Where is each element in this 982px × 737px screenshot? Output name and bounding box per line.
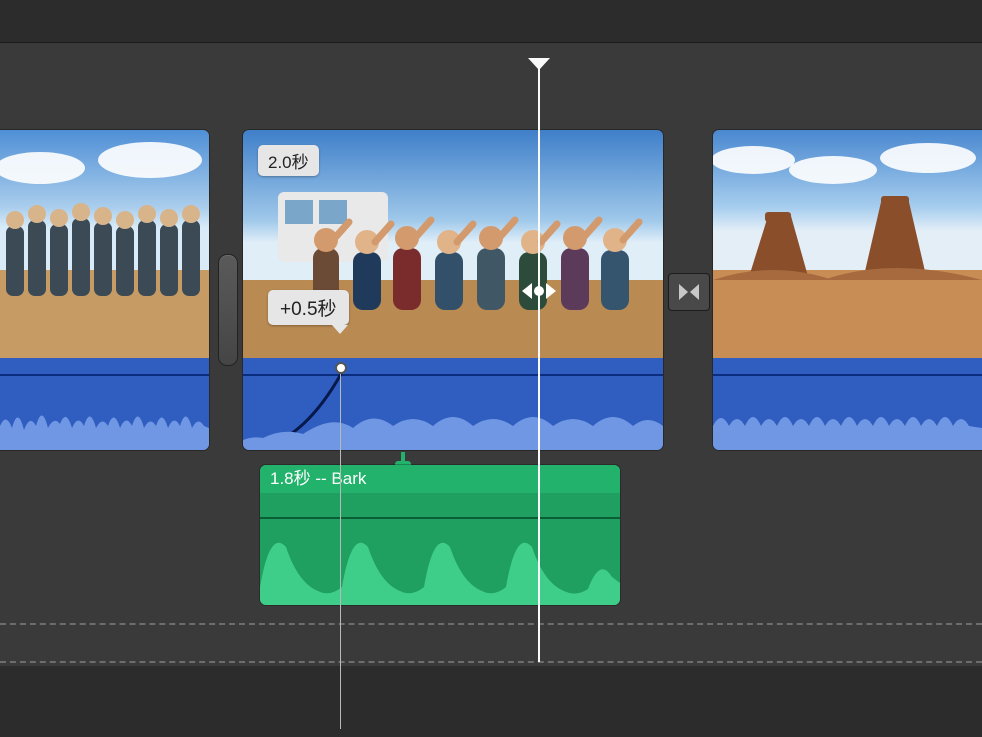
clip-thumbnail <box>713 130 982 358</box>
detached-audio-clip[interactable]: 1.8秒 -- Bark <box>260 465 620 605</box>
waveform <box>0 392 209 450</box>
fade-offset-value: +0.5秒 <box>280 299 337 320</box>
fade-handle[interactable] <box>335 362 347 374</box>
edit-edge-handle[interactable] <box>218 254 238 366</box>
waveform <box>713 392 982 450</box>
clip-audio-track[interactable] <box>713 358 982 450</box>
timeline-workspace: 1.8秒 -- Bark 2.0秒 +0.5秒 <box>0 0 982 737</box>
retiming-handle[interactable] <box>516 276 562 306</box>
audio-clip-label: 1.8秒 -- Bark <box>260 465 620 493</box>
fade-indicator-line <box>340 374 341 729</box>
fade-offset-badge: +0.5秒 <box>268 290 349 325</box>
toolbar-strip <box>0 0 982 42</box>
clip-audio-track[interactable] <box>0 358 209 450</box>
video-clip-1[interactable] <box>0 130 209 450</box>
clip-duration-badge: 2.0秒 <box>258 145 319 176</box>
track-guide-line <box>0 661 982 663</box>
track-guide-line <box>0 623 982 625</box>
audio-clip-connector <box>398 452 408 466</box>
video-clip-3[interactable] <box>713 130 982 450</box>
volume-line[interactable] <box>713 374 982 376</box>
waveform <box>260 517 620 605</box>
playhead[interactable] <box>538 68 540 662</box>
chevron-right-icon <box>546 283 556 299</box>
clip-thumbnail <box>0 130 209 358</box>
bottom-panel <box>0 666 982 737</box>
chevron-left-icon <box>522 283 532 299</box>
volume-line[interactable] <box>0 374 209 376</box>
transition-icon <box>677 282 701 302</box>
volume-line[interactable] <box>243 374 663 376</box>
waveform <box>243 392 663 450</box>
handle-dot-icon <box>534 286 544 296</box>
timeline-ruler[interactable] <box>0 42 982 71</box>
clip-audio-track[interactable] <box>243 358 663 450</box>
transition-placeholder[interactable] <box>668 273 710 311</box>
